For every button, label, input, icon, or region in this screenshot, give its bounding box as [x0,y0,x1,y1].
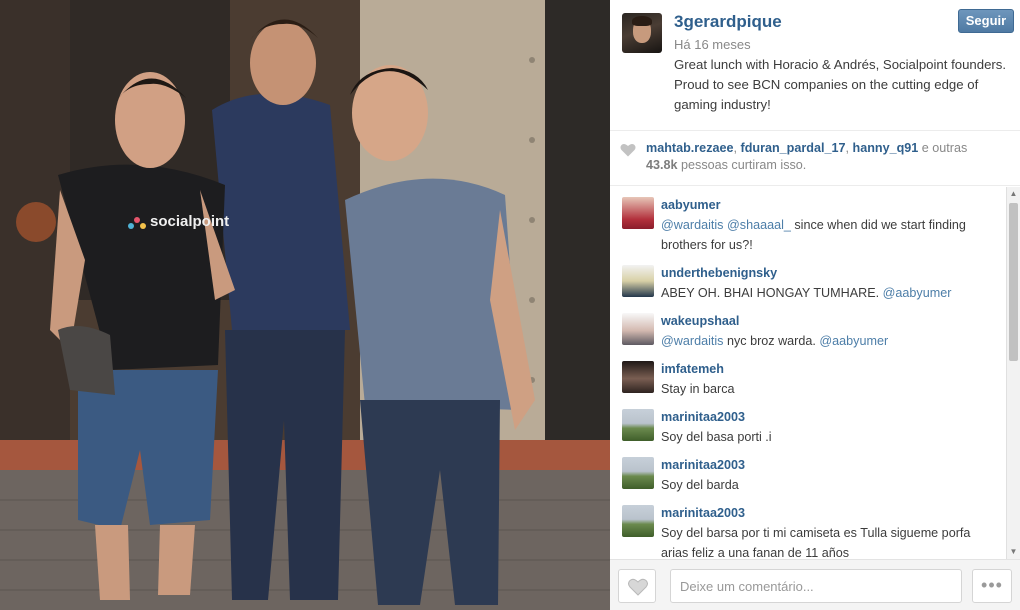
comment-text: Soy del barda [661,475,1001,495]
comments-scrollbar[interactable]: ▲ ▼ [1006,187,1020,559]
likes-suffix: pessoas curtiram isso. [681,158,807,172]
liker-username[interactable]: mahtab.rezaee [646,141,734,155]
comment-text-part: Soy del basa porti .i [661,430,772,444]
mention-link[interactable]: @aabyumer [819,334,888,348]
liker-username[interactable]: hanny_q91 [853,141,919,155]
comment-text: Soy del basa porti .i [661,427,1001,447]
avatar-hair [632,16,652,26]
mention-link[interactable]: @shaaaal_ [727,218,791,232]
post-header: 3gerardpique Há 16 meses Great lunch wit… [610,0,1020,130]
comment-text: @wardaitis nyc broz warda. @aabyumer [661,331,1001,351]
like-button[interactable] [618,569,656,603]
post-details-panel: 3gerardpique Há 16 meses Great lunch wit… [610,0,1020,610]
heart-outline-icon [628,578,648,596]
comments-list: aabyumer @wardaitis @shaaaal_ since when … [610,187,1006,559]
comment-text-part: Stay in barca [661,382,735,396]
comment-footer: ••• [610,559,1020,610]
commenter-username[interactable]: aabyumer [661,198,721,212]
commenter-avatar[interactable] [622,265,654,297]
commenter-username[interactable]: marinitaa2003 [661,506,745,520]
comment-text: Soy del barsa por ti mi camiseta es Tull… [661,523,1001,559]
author-avatar[interactable] [622,13,662,53]
arrow-up-icon[interactable]: ▲ [1007,187,1020,201]
ellipsis-icon[interactable]: ••• [972,569,1012,603]
arrow-down-icon[interactable]: ▼ [1007,545,1020,559]
post-timestamp[interactable]: Há 16 meses [674,37,751,52]
commenter-avatar[interactable] [622,361,654,393]
commenter-avatar[interactable] [622,197,654,229]
commenter-username[interactable]: imfatemeh [661,362,724,376]
liker-username[interactable]: fduran_pardal_17 [741,141,846,155]
comment-text: @wardaitis @shaaaal_ since when did we s… [661,215,1001,255]
commenter-avatar[interactable] [622,457,654,489]
photo-illustration: socialpoint [0,0,610,610]
shirt-logo-text: socialpoint [150,213,229,230]
commenter-username[interactable]: underthebenignsky [661,266,777,280]
commenter-avatar[interactable] [622,409,654,441]
heart-icon [620,143,636,157]
commenter-avatar[interactable] [622,313,654,345]
mention-link[interactable]: @aabyumer [883,286,952,300]
post-photo[interactable]: socialpoint [0,0,610,610]
comment-text-part: nyc broz warda. [723,334,820,348]
comment-text: Stay in barca [661,379,1001,399]
likes-count-line: 43.8k pessoas curtiram isso. [646,158,806,172]
author-username[interactable]: 3gerardpique [674,12,782,32]
scrollbar-thumb[interactable] [1009,203,1018,361]
follow-button[interactable]: Seguir [958,9,1014,33]
commenter-username[interactable]: wakeupshaal [661,314,739,328]
commenter-username[interactable]: marinitaa2003 [661,458,745,472]
mention-link[interactable]: @wardaitis [661,334,723,348]
comment-text-part: ABEY OH. BHAI HONGAY TUMHARE. [661,286,883,300]
post-caption: Great lunch with Horacio & Andrés, Socia… [674,57,1007,112]
likes-others-text: e outras [921,141,968,155]
comment-text-part: Soy del barsa por ti mi camiseta es Tull… [661,526,971,559]
comment-input[interactable] [670,569,962,603]
likes-users-line: mahtab.rezaee, fduran_pardal_17, hanny_q… [646,141,968,155]
comment-text-part: Soy del barda [661,478,739,492]
likes-count[interactable]: 43.8k [646,158,678,172]
commenter-avatar[interactable] [622,505,654,537]
likes-section: mahtab.rezaee, fduran_pardal_17, hanny_q… [610,130,1020,186]
comment-text: ABEY OH. BHAI HONGAY TUMHARE. @aabyumer [661,283,1001,303]
commenter-username[interactable]: marinitaa2003 [661,410,745,424]
mention-link[interactable]: @wardaitis [661,218,723,232]
